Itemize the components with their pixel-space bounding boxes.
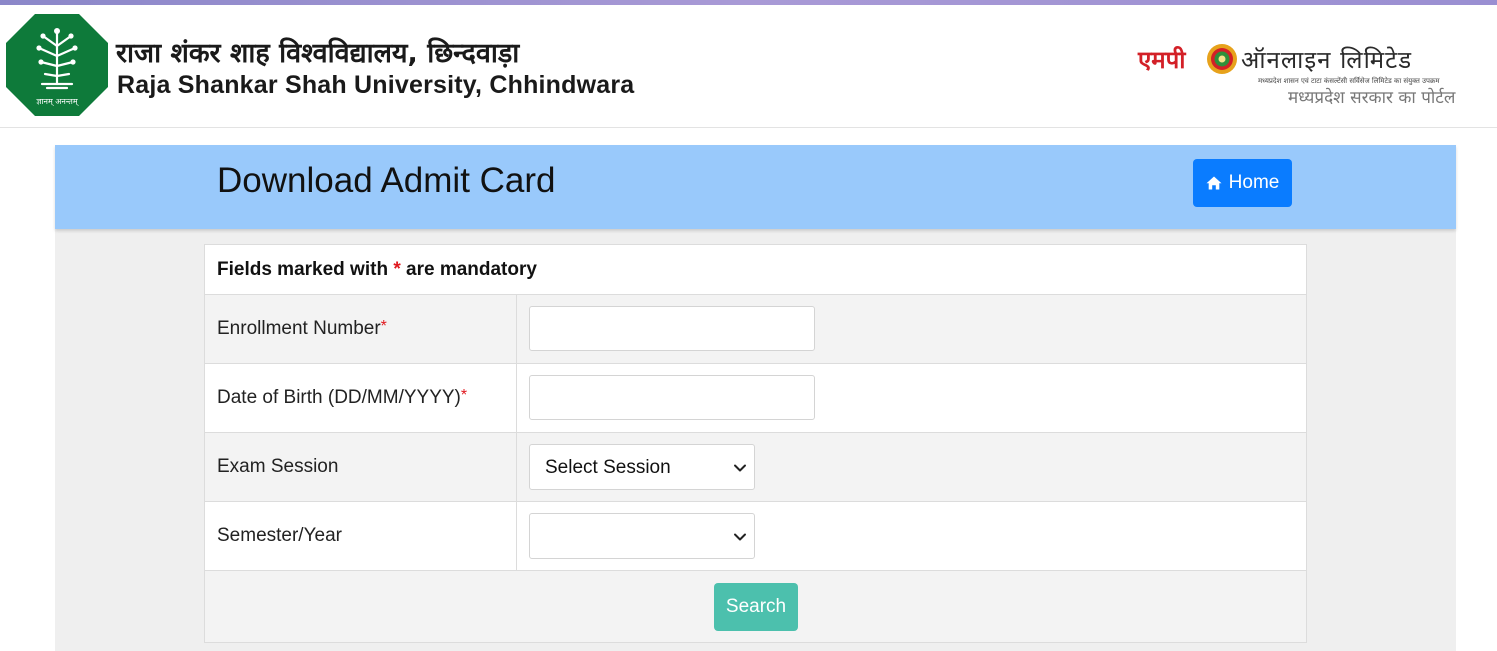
semester-year-select[interactable]: [529, 513, 755, 559]
university-name-hindi: राजा शंकर शाह विश्वविद्यालय, छिन्दवाड़ा: [116, 38, 520, 69]
required-star: *: [380, 318, 387, 335]
exam-session-row: Exam Session Select Session: [205, 432, 1306, 501]
chevron-down-icon: [734, 464, 746, 472]
mponline-subtitle: मध्यप्रदेश सरकार का पोर्टल: [1288, 88, 1456, 108]
university-logo: ज्ञानम् अनन्तम्: [6, 14, 108, 116]
mandatory-note: Fields marked with * are mandatory: [217, 259, 537, 280]
exam-session-selected: Select Session: [545, 457, 671, 478]
mponline-red-text: एमपी: [1138, 46, 1186, 74]
page-title: Download Admit Card: [217, 161, 556, 200]
dob-label: Date of Birth (DD/MM/YYYY)*: [217, 387, 468, 408]
enrollment-label: Enrollment Number*: [217, 318, 387, 339]
search-button[interactable]: Search: [714, 583, 798, 631]
home-button[interactable]: Home: [1193, 159, 1292, 207]
semester-row: Semester/Year: [205, 501, 1306, 570]
university-name-english: Raja Shankar Shah University, Chhindwara: [117, 71, 635, 99]
home-button-label: Home: [1228, 172, 1280, 193]
date-of-birth-input[interactable]: [529, 375, 815, 420]
dob-row: Date of Birth (DD/MM/YYYY)*: [205, 363, 1306, 432]
exam-session-select[interactable]: Select Session: [529, 444, 755, 490]
actions-row: Search: [205, 570, 1306, 642]
admit-card-form: Fields marked with * are mandatory Enrol…: [204, 244, 1307, 643]
required-star: *: [460, 387, 468, 404]
exam-session-label: Exam Session: [217, 456, 339, 477]
semester-label: Semester/Year: [217, 525, 342, 546]
home-icon: [1206, 176, 1222, 190]
chevron-down-icon: [734, 533, 746, 541]
mponline-logo: एमपी ऑनलाइन लिमिटेड मध्यप्रदेश शासन एवं …: [1138, 39, 1483, 111]
mp-emblem-icon: [1207, 44, 1237, 74]
page-banner: Download Admit Card Home: [55, 145, 1456, 229]
svg-text:ज्ञानम् अनन्तम्: ज्ञानम् अनन्तम्: [36, 97, 79, 107]
site-header: ज्ञानम् अनन्तम् राजा शंकर शाह विश्वविद्य…: [0, 5, 1497, 128]
enrollment-row: Enrollment Number*: [205, 294, 1306, 363]
enrollment-number-input[interactable]: [529, 306, 815, 351]
mponline-text: ऑनलाइन लिमिटेड: [1241, 46, 1413, 74]
required-star: *: [393, 259, 401, 280]
mandatory-note-row: Fields marked with * are mandatory: [205, 245, 1306, 294]
